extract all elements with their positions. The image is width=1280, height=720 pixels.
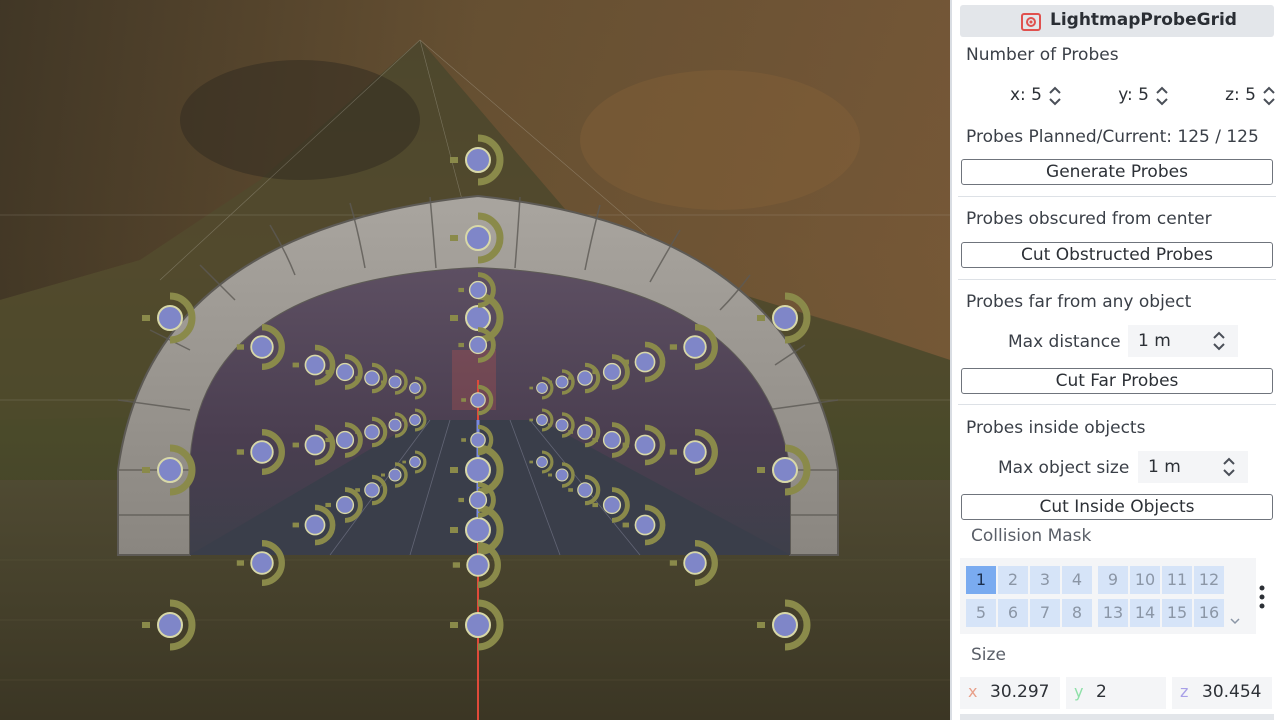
- collision-layer-9[interactable]: 9: [1098, 566, 1128, 594]
- panel-bottom-bar: [960, 714, 1274, 720]
- collision-layer-1[interactable]: 1: [966, 566, 996, 594]
- collision-layer-6[interactable]: 6: [998, 599, 1028, 627]
- collision-layer-5[interactable]: 5: [966, 599, 996, 627]
- cut-inside-objects-button[interactable]: Cut Inside Objects: [961, 494, 1273, 520]
- 3d-viewport[interactable]: [0, 0, 950, 720]
- max-object-size-spinbox[interactable]: 1 m: [1138, 451, 1248, 483]
- lightmap-probe-grid-icon: [1021, 13, 1041, 31]
- probes-z-value: z: 5: [1225, 85, 1256, 105]
- collision-mask-grid: 1 2 3 4 9 10 11 12 5 6 7 8 13 14 15 16: [960, 558, 1256, 634]
- updown-arrows-icon[interactable]: [1048, 85, 1062, 107]
- scene-render: [0, 0, 950, 720]
- updown-arrows-icon[interactable]: [1222, 456, 1236, 478]
- collision-layer-4[interactable]: 4: [1062, 566, 1092, 594]
- size-label: Size: [971, 645, 1006, 665]
- axis-z-label: z: [1180, 682, 1189, 701]
- collision-layer-15[interactable]: 15: [1162, 599, 1192, 627]
- far-label: Probes far from any object: [966, 292, 1192, 312]
- probes-x-spinbox[interactable]: x: 5: [960, 79, 1064, 113]
- collision-layer-13[interactable]: 13: [1098, 599, 1128, 627]
- size-z-value: 30.454: [1202, 682, 1262, 702]
- max-distance-value: 1 m: [1138, 331, 1171, 351]
- collision-layer-8[interactable]: 8: [1062, 599, 1092, 627]
- updown-arrows-icon[interactable]: [1262, 85, 1276, 107]
- collision-layer-14[interactable]: 14: [1130, 599, 1160, 627]
- collision-layer-16[interactable]: 16: [1194, 599, 1224, 627]
- axis-x-label: x: [968, 682, 978, 701]
- probes-y-value: y: 5: [1118, 85, 1149, 105]
- collision-layer-11[interactable]: 11: [1162, 566, 1192, 594]
- size-x-value: 30.297: [990, 682, 1050, 702]
- node-header: LightmapProbeGrid: [960, 5, 1274, 37]
- max-object-size-label: Max object size: [998, 458, 1130, 478]
- probes-z-spinbox[interactable]: z: 5: [1174, 79, 1278, 113]
- chevron-down-icon[interactable]: [1228, 616, 1242, 626]
- collision-layer-2[interactable]: 2: [998, 566, 1028, 594]
- max-distance-label: Max distance: [1008, 332, 1121, 352]
- separator: [958, 404, 1276, 405]
- max-object-size-value: 1 m: [1148, 457, 1181, 477]
- separator: [958, 279, 1276, 280]
- number-of-probes-label: Number of Probes: [966, 45, 1119, 65]
- axis-y-label: y: [1074, 682, 1084, 701]
- cut-far-probes-button[interactable]: Cut Far Probes: [961, 368, 1273, 394]
- max-distance-spinbox[interactable]: 1 m: [1128, 325, 1238, 357]
- collision-layer-3[interactable]: 3: [1030, 566, 1060, 594]
- probes-planned-label: Probes Planned/Current: 125 / 125: [966, 127, 1259, 147]
- obscured-label: Probes obscured from center: [966, 209, 1212, 229]
- separator: [958, 196, 1276, 197]
- size-y-field[interactable]: y 2: [1066, 677, 1166, 709]
- more-options-icon[interactable]: [1257, 584, 1267, 610]
- probes-x-value: x: 5: [1009, 85, 1042, 105]
- probes-y-spinbox[interactable]: y: 5: [1067, 79, 1171, 113]
- generate-probes-button[interactable]: Generate Probes: [961, 159, 1273, 185]
- collision-layer-10[interactable]: 10: [1130, 566, 1160, 594]
- node-title: LightmapProbeGrid: [1050, 10, 1237, 30]
- size-z-field[interactable]: z 30.454: [1172, 677, 1272, 709]
- collision-layer-12[interactable]: 12: [1194, 566, 1224, 594]
- size-y-value: 2: [1096, 682, 1107, 702]
- collision-mask-label: Collision Mask: [971, 526, 1092, 546]
- updown-arrows-icon[interactable]: [1155, 85, 1169, 107]
- cut-obstructed-probes-button[interactable]: Cut Obstructed Probes: [961, 242, 1273, 268]
- size-x-field[interactable]: x 30.297: [960, 677, 1060, 709]
- inspector-panel: LightmapProbeGrid Number of Probes x: 5 …: [950, 0, 1280, 720]
- collision-layer-7[interactable]: 7: [1030, 599, 1060, 627]
- inside-label: Probes inside objects: [966, 418, 1146, 438]
- updown-arrows-icon[interactable]: [1212, 330, 1226, 352]
